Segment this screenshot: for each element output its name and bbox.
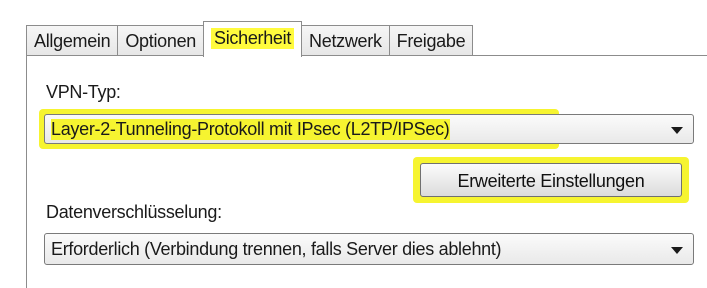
tab-sicherheit[interactable]: Sicherheit	[203, 21, 303, 57]
vpn-type-value: Layer-2-Tunneling-Protokoll mit IPsec (L…	[51, 119, 450, 140]
tab-strip: Allgemein Optionen Sicherheit Netzwerk F…	[26, 20, 474, 57]
advanced-settings-button[interactable]: Erweiterte Einstellungen	[420, 163, 682, 197]
tab-label: Allgemein	[34, 30, 111, 51]
security-tab-panel: VPN-Typ: Layer-2-Tunneling-Protokoll mit…	[26, 55, 707, 288]
tab-label: Optionen	[125, 30, 196, 51]
advanced-settings-label: Erweiterte Einstellungen	[457, 171, 645, 191]
encryption-dropdown[interactable]: Erforderlich (Verbindung trennen, falls …	[44, 233, 694, 265]
tab-label: Netzwerk	[309, 30, 382, 51]
tab-optionen[interactable]: Optionen	[117, 25, 203, 56]
tab-netzwerk[interactable]: Netzwerk	[302, 25, 389, 56]
vpn-type-dropdown[interactable]: Layer-2-Tunneling-Protokoll mit IPsec (L…	[44, 114, 694, 144]
vpn-type-label: VPN-Typ:	[46, 82, 121, 102]
tab-freigabe[interactable]: Freigabe	[388, 25, 474, 56]
tab-label: Freigabe	[396, 30, 466, 51]
tab-label: Sicherheit	[211, 28, 295, 49]
tab-allgemein[interactable]: Allgemein	[26, 25, 118, 56]
encryption-label: Datenverschlüsselung:	[46, 202, 222, 222]
chevron-down-icon	[671, 127, 683, 134]
dialog-canvas: Allgemein Optionen Sicherheit Netzwerk F…	[0, 0, 707, 288]
encryption-value: Erforderlich (Verbindung trennen, falls …	[51, 239, 502, 259]
chevron-down-icon	[671, 247, 683, 254]
